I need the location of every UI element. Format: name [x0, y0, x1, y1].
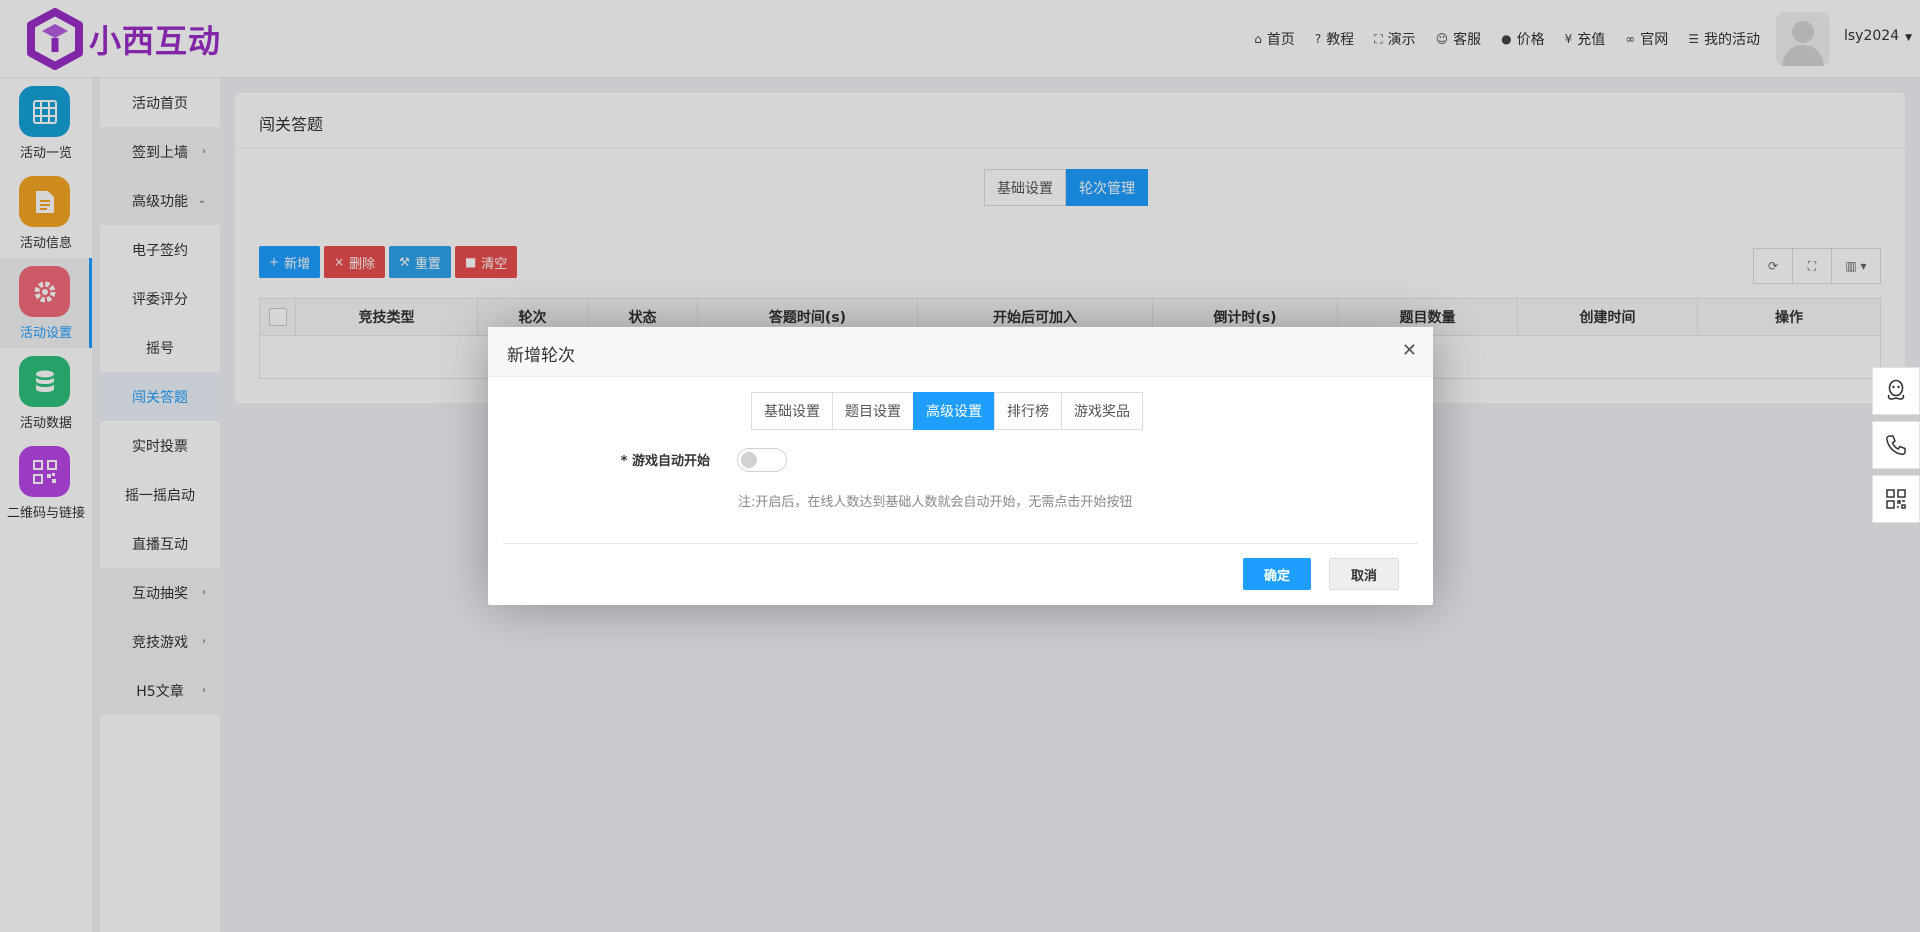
close-icon[interactable]: ✕	[1402, 340, 1417, 361]
dialog-header: 新增轮次 ✕	[488, 327, 1433, 377]
tab-game-prizes[interactable]: 游戏奖品	[1061, 392, 1143, 430]
auto-start-label: * 游戏自动开始	[620, 454, 710, 469]
auto-start-hint: 注:开启后，在线人数达到基础人数就会自动开始，无需点击开始按钮	[738, 495, 1133, 510]
tab-basic-settings[interactable]: 基础设置	[751, 392, 833, 430]
qq-chat-icon[interactable]	[1872, 367, 1920, 415]
tab-leaderboard[interactable]: 排行榜	[994, 392, 1062, 430]
divider	[503, 543, 1418, 544]
dialog-title: 新增轮次	[507, 346, 575, 366]
auto-start-toggle[interactable]	[737, 448, 787, 472]
toggle-knob	[741, 452, 757, 468]
tab-question-settings[interactable]: 题目设置	[832, 392, 914, 430]
qrcode-float-icon[interactable]	[1872, 475, 1920, 523]
cancel-button[interactable]: 取消	[1329, 558, 1400, 590]
confirm-button[interactable]: 确定	[1243, 558, 1312, 590]
phone-icon[interactable]	[1872, 421, 1920, 469]
tab-advanced-settings[interactable]: 高级设置	[913, 392, 995, 430]
add-round-dialog: 新增轮次 ✕ 基础设置 题目设置 高级设置 排行榜 游戏奖品 * 游戏自动开始 …	[488, 327, 1433, 605]
dialog-tabs: 基础设置 题目设置 高级设置 排行榜 游戏奖品	[751, 392, 1143, 430]
